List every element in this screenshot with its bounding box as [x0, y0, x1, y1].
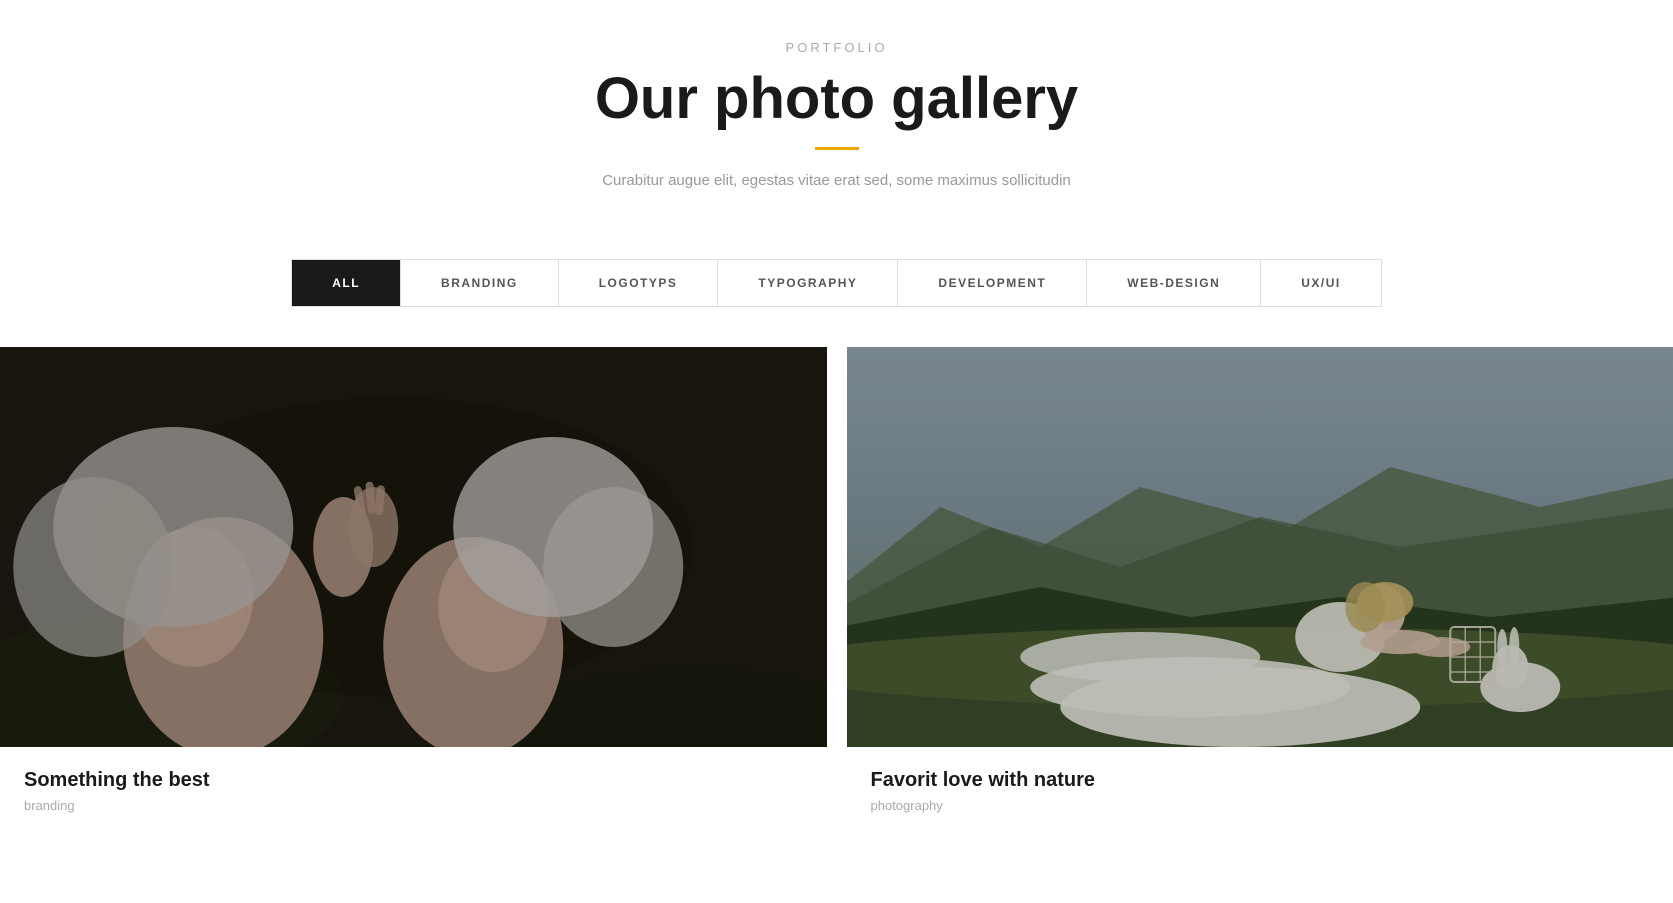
- gallery-grid: Something the best branding: [0, 347, 1673, 833]
- gallery-image-1: [0, 347, 827, 747]
- page-wrapper: PORTFOLIO Our photo gallery Curabitur au…: [0, 0, 1673, 833]
- gallery-caption-1: Something the best branding: [0, 747, 827, 833]
- filter-tab-branding[interactable]: BRANDING: [401, 260, 559, 306]
- gallery-item-1[interactable]: Something the best branding: [0, 347, 827, 833]
- title-divider: [815, 147, 859, 150]
- filter-tab-all[interactable]: ALL: [292, 260, 401, 306]
- gallery-item-2[interactable]: Favorit love with nature photography: [847, 347, 1673, 833]
- filter-tab-logotyps[interactable]: LOGOTYPS: [559, 260, 719, 306]
- gallery-title: Our photo gallery: [20, 67, 1653, 131]
- filter-tab-typography[interactable]: TYPOGRAPHY: [718, 260, 898, 306]
- filter-tab-development[interactable]: DEVELOPMENT: [898, 260, 1087, 306]
- header-subtitle: Curabitur augue elit, egestas vitae erat…: [20, 172, 1653, 189]
- header-section: PORTFOLIO Our photo gallery Curabitur au…: [0, 0, 1673, 229]
- caption-title-1: Something the best: [24, 769, 803, 792]
- filter-tab-web-design[interactable]: WEB-DESIGN: [1087, 260, 1261, 306]
- gallery-caption-2: Favorit love with nature photography: [847, 747, 1673, 833]
- caption-category-1: branding: [24, 798, 803, 813]
- gallery-image-2: [847, 347, 1673, 747]
- portfolio-label: PORTFOLIO: [20, 40, 1653, 55]
- caption-title-2: Favorit love with nature: [871, 769, 1650, 792]
- caption-category-2: photography: [871, 798, 1650, 813]
- filter-tabs: ALL BRANDING LOGOTYPS TYPOGRAPHY DEVELOP…: [291, 259, 1382, 307]
- filter-tab-ux-ui[interactable]: UX/UI: [1261, 260, 1381, 306]
